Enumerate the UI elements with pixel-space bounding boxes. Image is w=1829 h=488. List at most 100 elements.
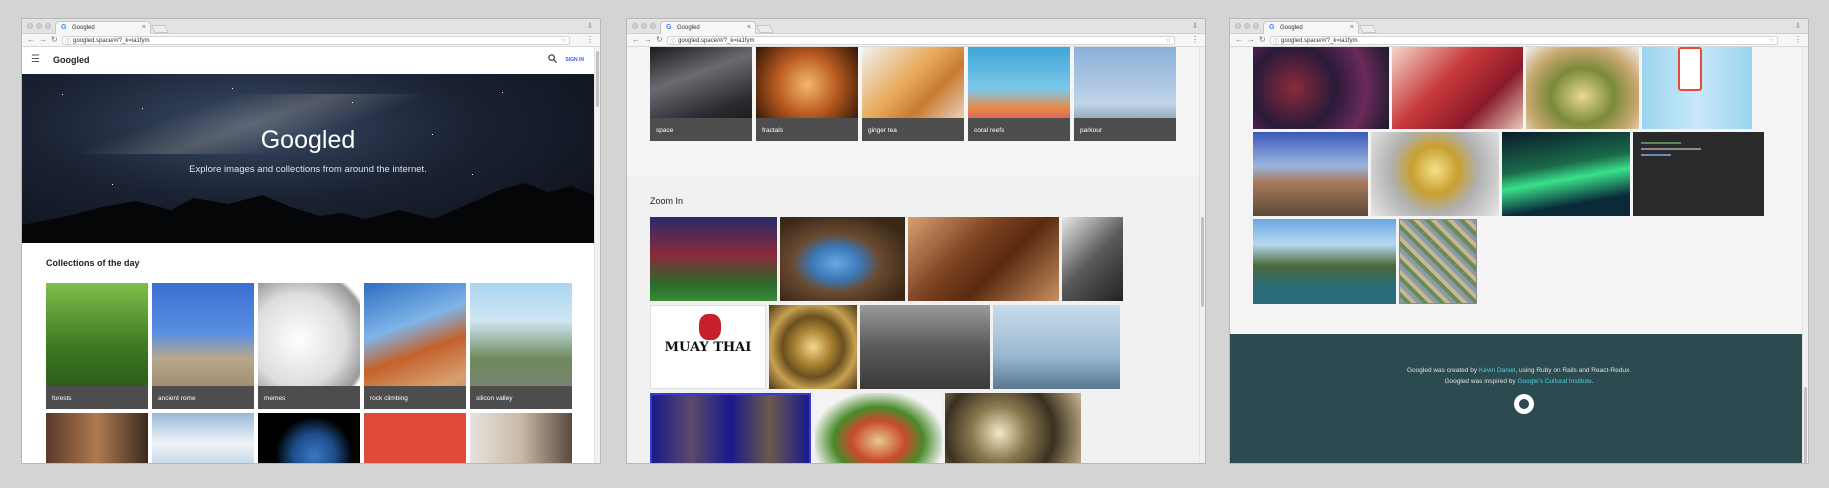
github-icon[interactable]	[1514, 394, 1534, 414]
collection-tile-fractals[interactable]: fractals	[756, 47, 858, 141]
collection-tile-ginger-tea[interactable]: ginger tea	[862, 47, 964, 141]
page-content: Googled was created by Kevin Daniel, usi…	[1230, 47, 1808, 463]
new-tab-button[interactable]	[151, 25, 169, 33]
browser-tab[interactable]: G Googled ×	[55, 21, 151, 34]
image-tile[interactable]	[1502, 132, 1630, 216]
close-dot[interactable]	[27, 23, 33, 29]
browser-menu-icon[interactable]: ⋮	[586, 35, 594, 44]
image-tile[interactable]	[1526, 47, 1639, 129]
image-tile[interactable]	[1371, 132, 1499, 216]
image-tile[interactable]	[1399, 219, 1477, 304]
collections-title: Collections of the day	[46, 258, 140, 268]
author-link[interactable]: Kevin Daniel	[1479, 367, 1516, 374]
sign-in-button[interactable]: SIGN IN	[565, 57, 584, 63]
browser-window-1: G Googled × ⇩ ←→↻ ⓘ googled.space/#/?_k=…	[21, 18, 601, 464]
browser-menu-icon[interactable]: ⋮	[1191, 35, 1199, 44]
footer-text: Googled was inspired by	[1444, 378, 1518, 385]
collection-tile-forests[interactable]: forests	[46, 283, 148, 409]
nav-buttons[interactable]: ←→↻	[632, 35, 667, 44]
footer-text: , using Ruby on Rails and React-Redux.	[1515, 367, 1632, 374]
minimize-dot[interactable]	[1244, 23, 1250, 29]
nav-buttons[interactable]: ←→↻	[27, 35, 62, 44]
new-tab-button[interactable]	[756, 25, 774, 33]
collection-tile[interactable]	[46, 413, 148, 463]
collection-tile-parkour[interactable]: parkour	[1074, 47, 1176, 141]
maximize-dot[interactable]	[1253, 23, 1259, 29]
collection-tile-ancient-rome[interactable]: ancient rome	[152, 283, 254, 409]
image-tile[interactable]	[1253, 47, 1389, 129]
image-tile[interactable]	[993, 305, 1120, 389]
url-field[interactable]: ⓘ googled.space/#/?_k=ia1fym ☆	[1270, 36, 1778, 46]
brand-logo[interactable]: Googled	[53, 55, 90, 65]
close-dot[interactable]	[1235, 23, 1241, 29]
user-profile-icon[interactable]: ⇩	[587, 22, 596, 31]
new-tab-button[interactable]	[1359, 25, 1377, 33]
image-tile[interactable]	[650, 393, 811, 463]
collection-tile-space[interactable]: space	[650, 47, 752, 141]
info-icon[interactable]: ⓘ	[670, 37, 676, 46]
image-tile[interactable]	[780, 217, 905, 301]
maximize-dot[interactable]	[650, 23, 656, 29]
nav-buttons[interactable]: ←→↻	[1235, 35, 1270, 44]
window-controls[interactable]	[632, 23, 656, 29]
image-tile[interactable]	[860, 305, 990, 389]
collection-tile[interactable]	[258, 413, 360, 463]
scrollbar[interactable]	[1199, 47, 1205, 463]
browser-window-3: G Googled × ⇩ ←→↻ ⓘ googled.space/#/?_k=…	[1229, 18, 1809, 464]
scrollbar[interactable]	[1802, 47, 1808, 463]
google-favicon-icon: G	[61, 24, 67, 31]
collection-tile-coral-reefs[interactable]: coral reefs	[968, 47, 1070, 141]
image-tile[interactable]	[1253, 219, 1396, 304]
image-tile[interactable]	[769, 305, 857, 389]
window-controls[interactable]	[27, 23, 51, 29]
scrollbar[interactable]	[594, 47, 600, 463]
search-icon[interactable]	[548, 54, 557, 66]
collection-label: fractals	[756, 118, 858, 141]
collection-tile[interactable]	[470, 413, 572, 463]
hamburger-menu-icon[interactable]: ☰	[31, 54, 40, 65]
info-icon[interactable]: ⓘ	[65, 37, 71, 46]
url-field[interactable]: ⓘ googled.space/#/?_k=ia1fym ☆	[667, 36, 1175, 46]
image-tile[interactable]	[1392, 47, 1523, 129]
bookmark-star-icon[interactable]: ☆	[1769, 37, 1774, 44]
address-bar: ←→↻ ⓘ googled.space/#/?_k=ia1fym ☆ ⋮	[1230, 34, 1808, 47]
image-tile[interactable]	[1062, 217, 1123, 301]
info-icon[interactable]: ⓘ	[1273, 37, 1279, 46]
collection-tile-silicon-valley[interactable]: silicon valley	[470, 283, 572, 409]
collection-tile[interactable]	[364, 413, 466, 463]
image-tile[interactable]	[1633, 132, 1764, 216]
image-tile[interactable]	[815, 393, 942, 463]
close-tab-icon[interactable]: ×	[142, 24, 146, 31]
minimize-dot[interactable]	[36, 23, 42, 29]
address-bar: ←→↻ ⓘ googled.space/#/?_k=ia1fym ☆ ⋮	[22, 34, 600, 47]
footer-credit-line: Googled was created by Kevin Daniel, usi…	[1230, 367, 1808, 374]
app-header: ☰ Googled SIGN IN	[22, 47, 600, 74]
bookmark-star-icon[interactable]: ☆	[561, 37, 566, 44]
tab-title: Googled	[677, 25, 700, 31]
close-tab-icon[interactable]: ×	[1350, 24, 1354, 31]
url-text: googled.space/#/?_k=ia1fym	[678, 38, 755, 44]
maximize-dot[interactable]	[45, 23, 51, 29]
bookmark-star-icon[interactable]: ☆	[1166, 37, 1171, 44]
user-profile-icon[interactable]: ⇩	[1192, 22, 1201, 31]
collection-tile-memes[interactable]: memes	[258, 283, 360, 409]
minimize-dot[interactable]	[641, 23, 647, 29]
close-tab-icon[interactable]: ×	[747, 24, 751, 31]
cultural-institute-link[interactable]: Google's Cultural Institute	[1517, 378, 1591, 385]
image-tile-muay-thai[interactable]: MUAY THAI	[650, 305, 766, 389]
image-tile[interactable]	[650, 217, 777, 301]
window-controls[interactable]	[1235, 23, 1259, 29]
browser-tab[interactable]: G Googled ×	[1263, 21, 1359, 34]
image-tile[interactable]	[908, 217, 1059, 301]
image-tile[interactable]	[1642, 47, 1752, 129]
browser-menu-icon[interactable]: ⋮	[1794, 35, 1802, 44]
collection-tile-rock-climbing[interactable]: rock climbing	[364, 283, 466, 409]
url-field[interactable]: ⓘ googled.space/#/?_k=ia1fym ☆	[62, 36, 570, 46]
image-tile[interactable]	[945, 393, 1081, 463]
close-dot[interactable]	[632, 23, 638, 29]
page-content: space fractals ginger tea coral reefs pa…	[627, 47, 1205, 463]
collection-tile[interactable]	[152, 413, 254, 463]
user-profile-icon[interactable]: ⇩	[1795, 22, 1804, 31]
image-tile[interactable]	[1253, 132, 1368, 216]
browser-tab[interactable]: G Googled ×	[660, 21, 756, 34]
